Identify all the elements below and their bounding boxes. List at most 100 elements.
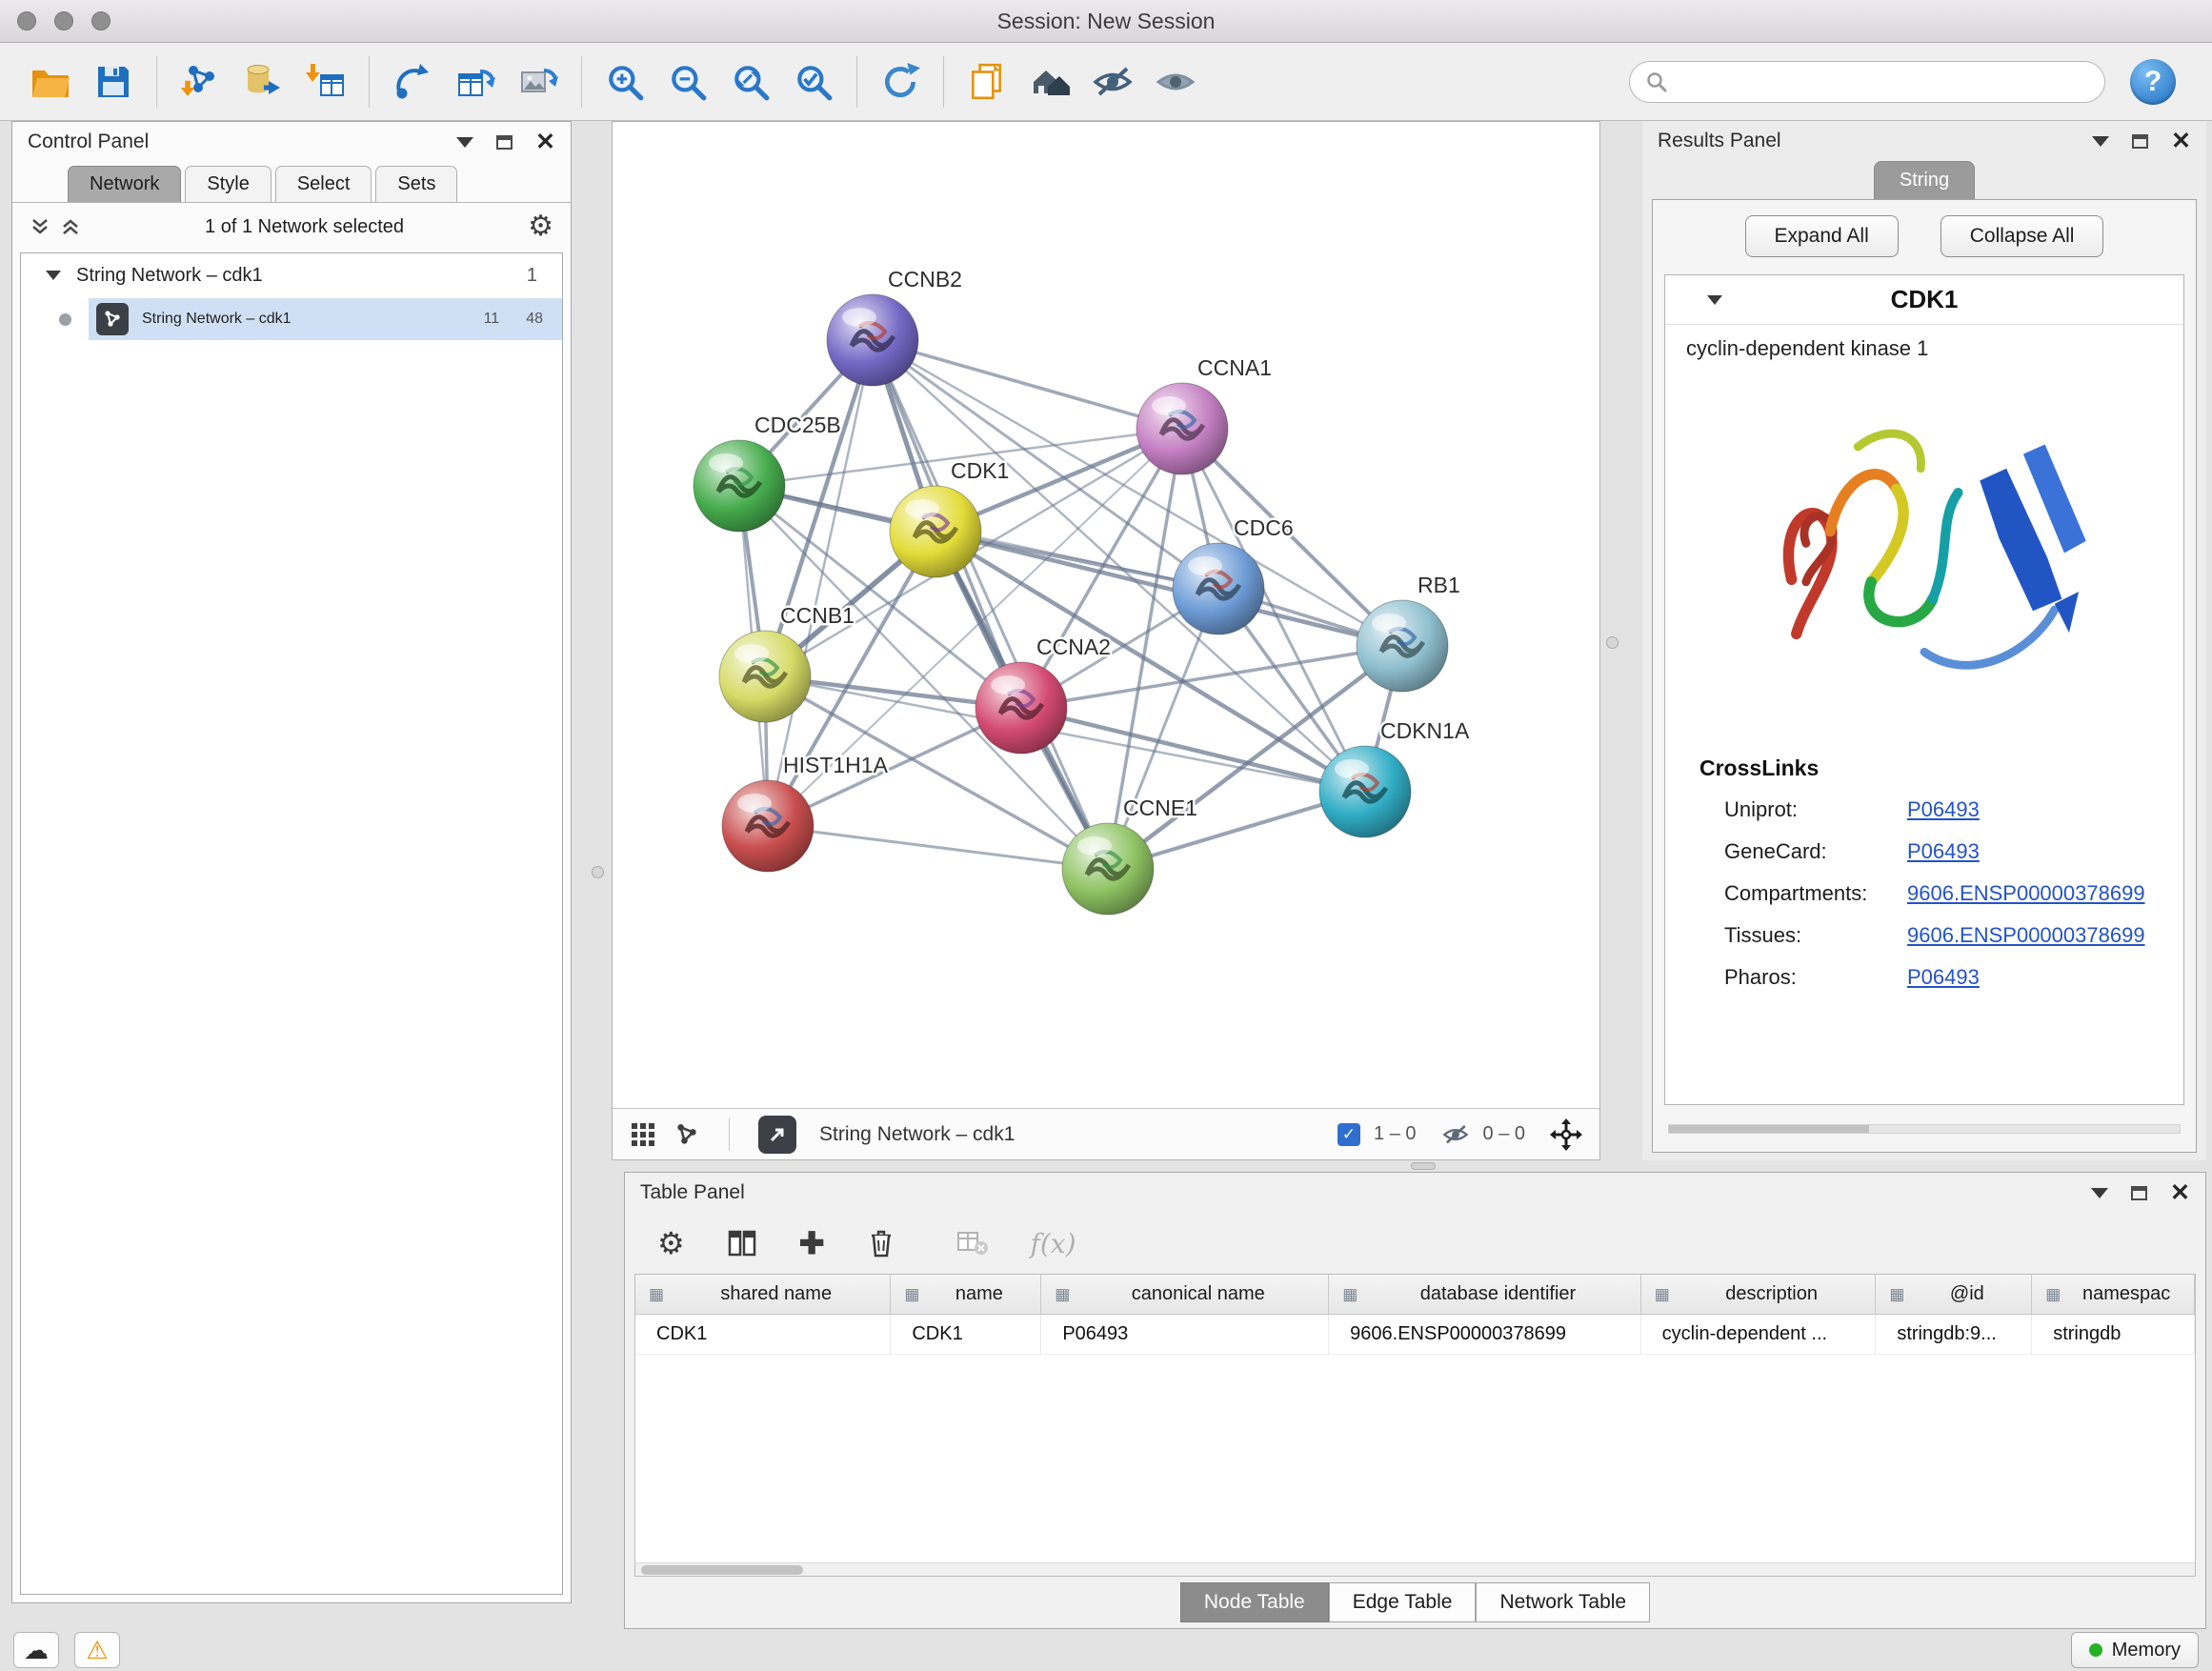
table-cell[interactable]: stringdb:9... (1876, 1315, 2032, 1354)
float-panel-icon[interactable] (496, 135, 513, 150)
panel-menu-icon[interactable] (2092, 136, 2109, 147)
network-node-CCNB2[interactable]: CCNB2 (827, 267, 962, 386)
zoom-selected-button[interactable] (782, 52, 845, 111)
network-node-CCNA1[interactable]: CCNA1 (1136, 355, 1272, 474)
column-header-canonical-name[interactable]: ▦canonical name (1041, 1275, 1329, 1314)
table-horizontal-scrollbar[interactable] (635, 1562, 2195, 1576)
table-cell[interactable]: P06493 (1041, 1315, 1329, 1354)
tab-select[interactable]: Select (275, 166, 372, 202)
table-cell[interactable]: stringdb (2032, 1315, 2195, 1354)
network-edge-HIST1H1A-CCNE1[interactable] (768, 826, 1108, 869)
expand-all-icon[interactable] (60, 216, 81, 237)
tab-style[interactable]: Style (185, 166, 271, 202)
column-header-shared-name[interactable]: ▦shared name (635, 1275, 891, 1314)
import-network-file-button[interactable] (169, 52, 231, 111)
delete-column-trash-icon[interactable] (867, 1228, 895, 1258)
toolbar-separator (943, 56, 944, 108)
table-cell[interactable]: cyclin-dependent ... (1641, 1315, 1877, 1354)
network-edge-CCNB2-CCNA1[interactable] (873, 340, 1182, 429)
tab-string[interactable]: String (1874, 161, 1975, 199)
bottom-splitter-handle[interactable] (1411, 1162, 1436, 1170)
network-edge-CDK1-RB1[interactable] (935, 532, 1402, 646)
crosslink-link[interactable]: 9606.ENSP00000378699 (1907, 881, 2145, 906)
close-panel-icon[interactable]: ✕ (2171, 130, 2191, 153)
search-input[interactable] (1668, 70, 2089, 92)
collapse-section-icon[interactable] (1707, 295, 1722, 305)
open-session-button[interactable] (19, 52, 82, 111)
close-panel-icon[interactable]: ✕ (535, 131, 555, 154)
table-cell[interactable]: CDK1 (891, 1315, 1041, 1354)
home-button[interactable] (1018, 52, 1081, 111)
right-splitter-handle[interactable] (1606, 636, 1619, 649)
network-canvas[interactable]: CCNB2CCNA1CDC25BCDK1CDC6RB1CCNB1CCNA2CDK… (613, 122, 1599, 1108)
network-node-CCNB1[interactable]: CCNB1 (719, 603, 855, 722)
selected-checkbox-icon[interactable]: ✓ (1337, 1123, 1360, 1146)
collapse-all-button[interactable]: Collapse All (1941, 215, 2104, 257)
tab-network-table[interactable]: Network Table (1476, 1582, 1650, 1622)
memory-button[interactable]: Memory (2071, 1632, 2199, 1668)
crosslink-link[interactable]: P06493 (1907, 797, 1980, 822)
protein-section-header[interactable]: CDK1 (1665, 275, 2183, 325)
network-node-HIST1H1A[interactable]: HIST1H1A (722, 753, 889, 872)
expand-all-button[interactable]: Expand All (1745, 215, 1899, 257)
tab-sets[interactable]: Sets (375, 166, 457, 202)
new-network-button[interactable] (381, 52, 444, 111)
zoom-out-button[interactable] (656, 52, 719, 111)
pan-crosshair-icon[interactable] (1550, 1118, 1582, 1151)
network-edge-CCNB2-CCNE1[interactable] (873, 340, 1108, 869)
collapse-branch-icon[interactable] (46, 271, 61, 280)
column-header--id[interactable]: ▦@id (1876, 1275, 2032, 1314)
crosslink-link[interactable]: 9606.ENSP00000378699 (1907, 923, 2145, 948)
export-image-button[interactable] (507, 52, 570, 111)
network-graph[interactable]: CCNB2CCNA1CDC25BCDK1CDC6RB1CCNB1CCNA2CDK… (613, 122, 1599, 1107)
table-settings-gear-icon[interactable]: ⚙ (657, 1228, 685, 1258)
network-view-icon[interactable] (674, 1121, 700, 1148)
import-table-button[interactable] (294, 52, 357, 111)
detach-view-button[interactable] (758, 1116, 796, 1154)
close-panel-icon[interactable]: ✕ (2170, 1181, 2190, 1205)
crosslink-link[interactable]: P06493 (1907, 965, 1980, 990)
hide-selection-button[interactable] (1081, 52, 1144, 111)
tab-node-table[interactable]: Node Table (1180, 1582, 1329, 1622)
column-header-name[interactable]: ▦name (891, 1275, 1041, 1314)
network-node-RB1[interactable]: RB1 (1357, 573, 1460, 692)
search-box[interactable] (1629, 61, 2105, 103)
help-button[interactable]: ? (2130, 59, 2176, 105)
new-table-button[interactable] (444, 52, 507, 111)
add-column-icon[interactable]: ✚ (799, 1228, 825, 1258)
grid-view-icon[interactable] (630, 1121, 656, 1148)
show-all-button[interactable] (1144, 52, 1207, 111)
gear-icon[interactable]: ⚙ (528, 212, 553, 241)
column-header-namespac[interactable]: ▦namespac (2032, 1275, 2195, 1314)
results-horizontal-scrollbar[interactable] (1668, 1124, 2181, 1134)
network-collection-row[interactable]: String Network – cdk1 1 (21, 253, 562, 297)
warnings-button[interactable]: ⚠ (74, 1632, 120, 1668)
tab-network[interactable]: Network (68, 166, 181, 202)
network-row[interactable]: String Network – cdk1 11 48 (21, 297, 562, 341)
panel-menu-icon[interactable] (456, 137, 473, 148)
panel-menu-icon[interactable] (2091, 1188, 2108, 1198)
collapse-all-icon[interactable] (30, 216, 50, 237)
import-network-database-button[interactable] (231, 52, 294, 111)
cloud-button[interactable]: ☁ (13, 1632, 59, 1668)
column-header-description[interactable]: ▦description (1641, 1275, 1877, 1314)
float-panel-icon[interactable] (2132, 134, 2148, 149)
network-node-CDKN1A[interactable]: CDKN1A (1319, 718, 1470, 837)
column-header-database-identifier[interactable]: ▦database identifier (1329, 1275, 1641, 1314)
table-row[interactable]: CDK1CDK1P064939606.ENSP00000378699cyclin… (635, 1315, 2195, 1355)
table-cell[interactable]: 9606.ENSP00000378699 (1329, 1315, 1640, 1354)
left-splitter-handle[interactable] (592, 866, 604, 878)
network-row-selected[interactable]: String Network – cdk1 11 48 (89, 298, 562, 340)
duplicate-network-button[interactable] (955, 52, 1018, 111)
network-node-CDK1[interactable]: CDK1 (890, 458, 1009, 577)
tab-edge-table[interactable]: Edge Table (1329, 1582, 1477, 1622)
table-cell[interactable]: CDK1 (635, 1315, 891, 1354)
save-session-button[interactable] (82, 52, 145, 111)
zoom-in-button[interactable] (593, 52, 656, 111)
refresh-view-button[interactable] (869, 52, 932, 111)
new-network-icon (392, 62, 432, 102)
zoom-fit-button[interactable] (719, 52, 782, 111)
show-columns-icon[interactable] (727, 1229, 757, 1258)
float-panel-icon[interactable] (2131, 1186, 2147, 1200)
crosslink-link[interactable]: P06493 (1907, 839, 1980, 864)
